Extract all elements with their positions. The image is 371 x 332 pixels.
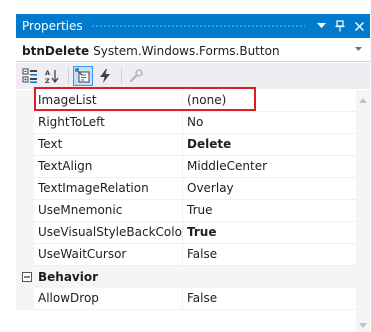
categorized-icon [22, 68, 37, 83]
property-name: UseWaitCursor [34, 244, 182, 266]
close-icon [354, 21, 364, 31]
title-bar[interactable]: Properties [16, 14, 370, 38]
property-name: RightToLeft [34, 112, 182, 134]
property-row[interactable]: UseWaitCursor False [16, 244, 356, 266]
row-margin [16, 288, 34, 310]
property-row[interactable]: AllowDrop False [16, 288, 356, 310]
property-row[interactable]: TextAlign MiddleCenter [16, 156, 356, 178]
property-name: AllowDrop [34, 288, 182, 310]
collapse-toggle[interactable] [22, 272, 32, 282]
toolbar-separator [121, 68, 122, 84]
pin-button[interactable] [332, 18, 348, 34]
toolbar-separator [68, 68, 69, 84]
category-header: Behavior [16, 266, 356, 288]
property-value[interactable]: True [182, 222, 356, 244]
row-margin [16, 156, 34, 178]
drag-grip[interactable] [90, 23, 305, 29]
row-margin [16, 112, 34, 134]
property-row[interactable]: RightToLeft No [16, 112, 356, 134]
property-name: Text [34, 134, 182, 156]
row-margin [16, 200, 34, 222]
chevron-down-icon [316, 23, 326, 28]
alphabetical-icon: A Z [45, 69, 59, 84]
property-value[interactable]: No [182, 112, 356, 134]
scroll-down-icon[interactable] [359, 323, 367, 328]
svg-text:A: A [45, 69, 50, 77]
property-name: UseVisualStyleBackColor [34, 222, 182, 244]
category-row-behavior[interactable]: Behavior [16, 266, 356, 288]
object-name: btnDelete [22, 43, 90, 58]
property-value[interactable]: MiddleCenter [182, 156, 356, 178]
events-button[interactable] [95, 66, 115, 86]
property-value[interactable]: True [182, 200, 356, 222]
events-icon [100, 69, 110, 83]
chevron-down-icon[interactable] [355, 47, 362, 51]
property-value[interactable]: False [182, 244, 356, 266]
window-dropdown-button[interactable] [313, 18, 329, 34]
property-value[interactable]: Delete [182, 134, 356, 156]
row-margin [16, 178, 34, 200]
property-pages-icon [129, 69, 143, 83]
property-value[interactable]: False [182, 288, 356, 310]
property-row[interactable]: ImageList (none) [16, 90, 356, 112]
minus-icon [24, 276, 30, 278]
categorized-button[interactable] [20, 66, 40, 86]
window-title: Properties [22, 19, 83, 33]
properties-toolbar: A Z [16, 63, 370, 89]
pin-icon [335, 20, 345, 32]
close-button[interactable] [351, 18, 367, 34]
object-selector[interactable]: btnDelete System.Windows.Forms.Button [16, 40, 370, 62]
properties-button[interactable] [73, 66, 93, 86]
alphabetical-button[interactable]: A Z [42, 66, 62, 86]
properties-panel: Properties btnDelete System.Windows.Form… [16, 14, 370, 332]
properties-icon [75, 68, 90, 83]
row-margin [16, 244, 34, 266]
property-grid: ImageList (none) RightToLeft No Text Del… [16, 90, 356, 332]
property-name: TextImageRelation [34, 178, 182, 200]
property-row[interactable]: UseVisualStyleBackColor True [16, 222, 356, 244]
property-value[interactable]: Overlay [182, 178, 356, 200]
property-pages-button[interactable] [126, 66, 146, 86]
category-name: Behavior [38, 269, 99, 284]
vertical-scrollbar[interactable] [356, 90, 370, 332]
property-row[interactable]: UseMnemonic True [16, 200, 356, 222]
svg-text:Z: Z [45, 77, 50, 84]
property-name: UseMnemonic [34, 200, 182, 222]
row-margin [16, 134, 34, 156]
property-value[interactable]: (none) [182, 90, 356, 112]
row-margin [16, 90, 34, 112]
property-name: TextAlign [34, 156, 182, 178]
property-name: ImageList [34, 90, 182, 112]
scroll-up-icon[interactable] [359, 98, 367, 103]
property-row[interactable]: TextImageRelation Overlay [16, 178, 356, 200]
object-type: System.Windows.Forms.Button [93, 43, 280, 58]
row-margin [16, 222, 34, 244]
property-row-text[interactable]: Text Delete [16, 134, 356, 156]
